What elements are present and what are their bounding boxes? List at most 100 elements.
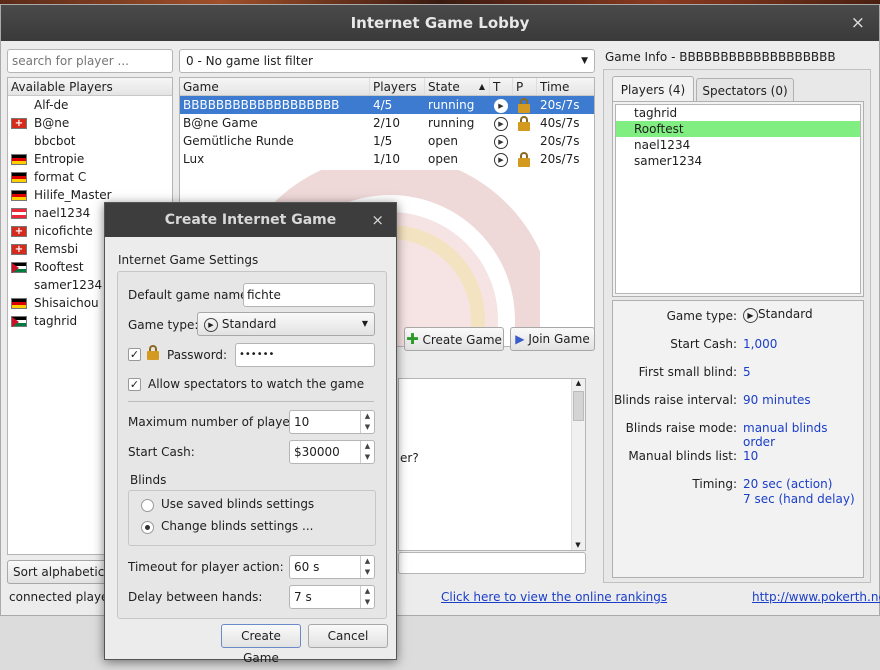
- chat-input[interactable]: [398, 552, 586, 574]
- game-players: 4/5: [373, 98, 393, 112]
- col-game[interactable]: Game: [180, 78, 370, 95]
- spin-up-icon[interactable]: ▲: [361, 411, 374, 422]
- game-state: running: [428, 116, 475, 130]
- start-cash-label: Start Cash:: [128, 445, 195, 459]
- spin-arrows[interactable]: ▲ ▼: [360, 586, 374, 608]
- play-icon: ▶: [490, 96, 513, 114]
- player-name: taghrid: [34, 314, 78, 328]
- game-row[interactable]: BBBBBBBBBBBBBBBBBBB 4/5 running ▶ 20s/7s: [180, 96, 594, 114]
- spin-down-icon[interactable]: ▼: [361, 422, 374, 433]
- change-blinds-radio[interactable]: [141, 521, 154, 534]
- col-p[interactable]: P: [513, 78, 537, 95]
- join-game-label: Join Game: [528, 332, 590, 346]
- delay-spinbox[interactable]: 7 s ▲ ▼: [289, 585, 375, 609]
- game-row[interactable]: Lux 1/10 open ▶ 20s/7s: [180, 150, 594, 168]
- spin-arrows[interactable]: ▲ ▼: [360, 441, 374, 463]
- create-game-label: Create Game: [422, 333, 502, 347]
- game-player-row[interactable]: Rooftest: [616, 121, 860, 137]
- game-player-row[interactable]: nael1234: [616, 137, 860, 153]
- tab-spectators[interactable]: Spectators (0): [696, 78, 794, 102]
- unlocked-cell: [513, 132, 537, 150]
- join-game-button[interactable]: ▶ Join Game: [510, 327, 595, 351]
- game-time: 40s/7s: [540, 116, 580, 130]
- spin-up-icon[interactable]: ▲: [361, 441, 374, 452]
- spectators-checkbox[interactable]: ✓: [128, 378, 141, 391]
- max-players-spinbox[interactable]: 10 ▲ ▼: [289, 410, 375, 434]
- max-players-value: 10: [294, 415, 310, 429]
- tab-players-label: Players (4): [620, 83, 686, 97]
- game-name-label: Default game name:: [128, 288, 252, 302]
- plus-icon: ✚: [406, 330, 419, 348]
- col-players[interactable]: Players: [370, 78, 425, 95]
- game-name-value: fichte: [247, 288, 281, 302]
- player-row[interactable]: format C: [8, 168, 172, 186]
- player-name: samer1234: [34, 278, 103, 292]
- game-player-row[interactable]: taghrid: [616, 105, 860, 121]
- flag-de-icon: [11, 154, 27, 165]
- password-checkbox[interactable]: ✓: [128, 348, 141, 361]
- spin-arrows[interactable]: ▲ ▼: [360, 556, 374, 578]
- game-type-select[interactable]: ▶ Standard ▼: [197, 312, 375, 336]
- timeout-spinbox[interactable]: 60 s ▲ ▼: [289, 555, 375, 579]
- player-row[interactable]: bbcbot: [8, 132, 172, 150]
- pokerth-site-link[interactable]: http://www.pokerth.net: [752, 590, 880, 604]
- play-icon: ▶: [490, 150, 513, 168]
- game-row[interactable]: B@ne Game 2/10 running ▶ 40s/7s: [180, 114, 594, 132]
- start-cash-spinbox[interactable]: $30000 ▲ ▼: [289, 440, 375, 464]
- col-time[interactable]: Time: [537, 78, 592, 95]
- game-name: Gemütliche Runde: [183, 134, 294, 148]
- players-tab-content: taghrid Rooftest nael1234 samer1234: [612, 101, 864, 297]
- spin-up-icon[interactable]: ▲: [361, 556, 374, 567]
- spin-down-icon[interactable]: ▼: [361, 452, 374, 463]
- create-game-button[interactable]: ✚ Create Game: [404, 327, 504, 351]
- detail-type-text: Standard: [758, 307, 813, 321]
- game-players-list[interactable]: taghrid Rooftest nael1234 samer1234: [615, 104, 861, 294]
- search-input[interactable]: [7, 49, 173, 73]
- detail-type-value: ▶ Standard: [743, 307, 813, 323]
- chat-area[interactable]: er? ▲ ▼: [398, 378, 586, 551]
- spin-down-icon[interactable]: ▼: [361, 567, 374, 578]
- start-cash-value: $30000: [294, 445, 340, 459]
- dialog-create-label: Create Game: [241, 629, 281, 665]
- dialog-titlebar: Create Internet Game ×: [105, 203, 396, 237]
- col-state[interactable]: State ▲: [425, 78, 490, 95]
- flag-de-icon: [11, 190, 27, 201]
- scroll-down-icon[interactable]: ▼: [572, 541, 584, 549]
- password-value: ••••••: [239, 349, 275, 360]
- game-name-input[interactable]: fichte: [243, 283, 375, 307]
- close-icon[interactable]: ×: [851, 5, 865, 41]
- create-game-dialog: Create Internet Game × Internet Game Set…: [104, 202, 397, 665]
- scroll-up-icon[interactable]: ▲: [572, 379, 585, 387]
- game-player-row[interactable]: samer1234: [616, 153, 860, 169]
- spin-up-icon[interactable]: ▲: [361, 586, 374, 597]
- spectators-label: Allow spectators to watch the game: [148, 377, 365, 391]
- player-name: nicofichte: [34, 224, 93, 238]
- saved-blinds-radio[interactable]: [141, 499, 154, 512]
- game-row[interactable]: Gemütliche Runde 1/5 open ▶ 20s/7s: [180, 132, 594, 150]
- password-label: Password:: [167, 348, 228, 362]
- game-time: 20s/7s: [540, 134, 580, 148]
- spin-arrows[interactable]: ▲ ▼: [360, 411, 374, 433]
- tab-players[interactable]: Players (4): [612, 76, 694, 102]
- player-row[interactable]: + B@ne: [8, 114, 172, 132]
- dialog-create-button[interactable]: Create Game: [221, 624, 301, 665]
- window-title: Internet Game Lobby: [350, 14, 530, 32]
- game-state: open: [428, 152, 458, 166]
- password-input[interactable]: ••••••: [235, 343, 375, 367]
- dialog-cancel-button[interactable]: Cancel: [308, 624, 388, 648]
- chat-scrollbar[interactable]: ▲ ▼: [571, 379, 585, 550]
- player-row[interactable]: Entropie: [8, 150, 172, 168]
- rankings-link[interactable]: Click here to view the online rankings: [441, 590, 667, 604]
- col-t[interactable]: T: [490, 78, 513, 95]
- spin-down-icon[interactable]: ▼: [361, 597, 374, 608]
- flag-de-icon: [11, 172, 27, 183]
- players-list-header: Available Players: [8, 78, 172, 96]
- settings-group-label: Internet Game Settings: [118, 253, 259, 267]
- scroll-thumb[interactable]: [573, 391, 584, 421]
- game-filter-select[interactable]: 0 - No game list filter ▼: [179, 49, 595, 73]
- game-players: 2/10: [373, 116, 400, 130]
- dialog-close-icon[interactable]: ×: [371, 203, 384, 237]
- flag-at-icon: [11, 208, 27, 219]
- game-time: 20s/7s: [540, 98, 580, 112]
- player-row[interactable]: Alf-de: [8, 96, 172, 114]
